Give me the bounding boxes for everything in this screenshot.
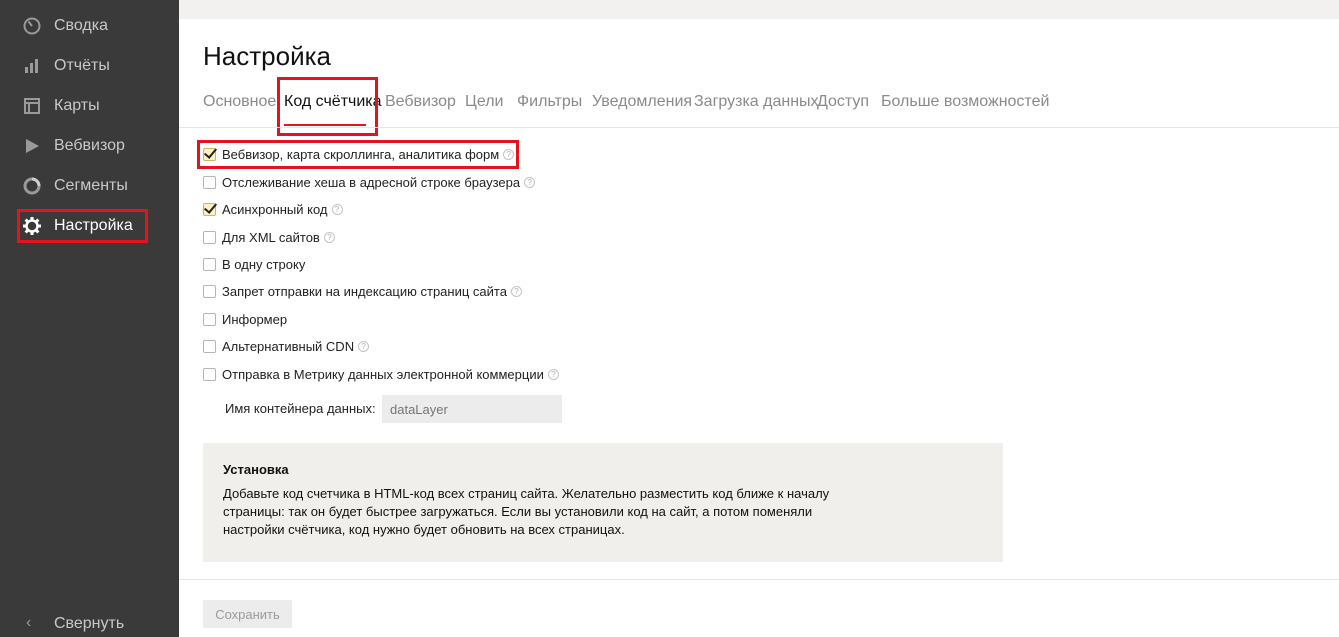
sidebar-item-label: Сегменты [54,177,128,194]
sidebar-item-label: Вебвизор [54,137,125,154]
container-name-label: Имя контейнера данных: [225,401,376,416]
option-label: Информер [222,311,288,327]
option-label: Запрет отправки на индексацию страниц са… [222,283,507,299]
checkbox[interactable] [203,230,216,244]
sidebar-item-webvisor[interactable]: Вебвизор [0,126,179,166]
tab-basic[interactable]: Основное [203,93,276,111]
sidebar-item-segments[interactable]: Сегменты [0,166,179,206]
option-label: Отслеживание хеша в адресной строке брау… [222,174,521,190]
help-icon[interactable]: ? [524,176,536,188]
help-icon[interactable]: ? [323,231,335,243]
checkbox[interactable] [203,312,216,326]
sidebar: Сводка Отчёты Карты Вебвизор Сегменты На… [0,0,179,637]
option-async-code[interactable]: Асинхронный код ? [203,200,343,218]
chevron-left-icon: ‹ [26,614,32,631]
option-label: Отправка в Метрику данных электронной ко… [222,366,544,382]
help-icon[interactable]: ? [547,368,559,380]
tab-webvisor[interactable]: Вебвизор [385,93,456,111]
sidebar-item-summary[interactable]: Сводка [0,6,179,46]
sidebar-item-label: Карты [54,97,100,114]
tab-notifications[interactable]: Уведомления [592,93,692,111]
help-icon[interactable]: ? [358,340,370,352]
top-bar [179,0,1339,19]
tab-filters[interactable]: Фильтры [517,93,582,111]
option-label: Асинхронный код [222,201,328,217]
tab-access[interactable]: Доступ [817,93,869,111]
map-layout-icon [24,98,40,114]
option-alt-cdn[interactable]: Альтернативный CDN ? [203,337,370,355]
install-title: Установка [223,462,289,477]
checkbox[interactable] [203,284,216,298]
divider [179,579,1339,580]
gauge-icon [23,17,41,35]
checkbox[interactable] [203,202,216,216]
help-icon[interactable]: ? [510,285,522,297]
help-icon[interactable]: ? [331,203,343,215]
tab-data-upload[interactable]: Загрузка данных [694,93,819,111]
save-button[interactable]: Сохранить [203,600,292,628]
tab-goals[interactable]: Цели [465,93,503,111]
option-label: Для XML сайтов [222,229,320,245]
option-informer[interactable]: Информер [203,310,287,328]
play-icon [26,139,39,153]
checkbox[interactable] [203,367,216,381]
bar-chart-icon [25,59,38,73]
install-text: Добавьте код счетчика в HTML-код всех ст… [223,486,830,537]
divider [179,127,1339,128]
container-name-input[interactable] [382,395,562,423]
tab-more-features[interactable]: Больше возможностей [881,93,1049,111]
sidebar-item-reports[interactable]: Отчёты [0,46,179,86]
page-title: Настройка [203,41,331,71]
checkbox[interactable] [203,257,216,271]
collapse-sidebar-button[interactable]: ‹ Свернуть [0,603,179,637]
settings-highlight-box [17,209,148,243]
option-xml-sites[interactable]: Для XML сайтов ? [203,228,335,246]
checkbox[interactable] [203,339,216,353]
sidebar-item-label: Сводка [54,17,109,34]
segments-icon [23,177,41,195]
option-noindex[interactable]: Запрет отправки на индексацию страниц са… [203,282,522,300]
collapse-label: Свернуть [54,615,125,632]
option-highlight-box [197,140,519,169]
sidebar-item-label: Отчёты [54,57,110,74]
checkbox[interactable] [203,175,216,189]
option-ecommerce[interactable]: Отправка в Метрику данных электронной ко… [203,365,559,383]
option-single-line[interactable]: В одну строку [203,255,305,273]
option-label: Альтернативный CDN [222,338,355,354]
option-label: В одну строку [222,256,306,272]
sidebar-item-maps[interactable]: Карты [0,86,179,126]
install-info-box: Установка Добавьте код счетчика в HTML-к… [203,443,1003,562]
option-hash-tracking[interactable]: Отслеживание хеша в адресной строке брау… [203,173,536,191]
